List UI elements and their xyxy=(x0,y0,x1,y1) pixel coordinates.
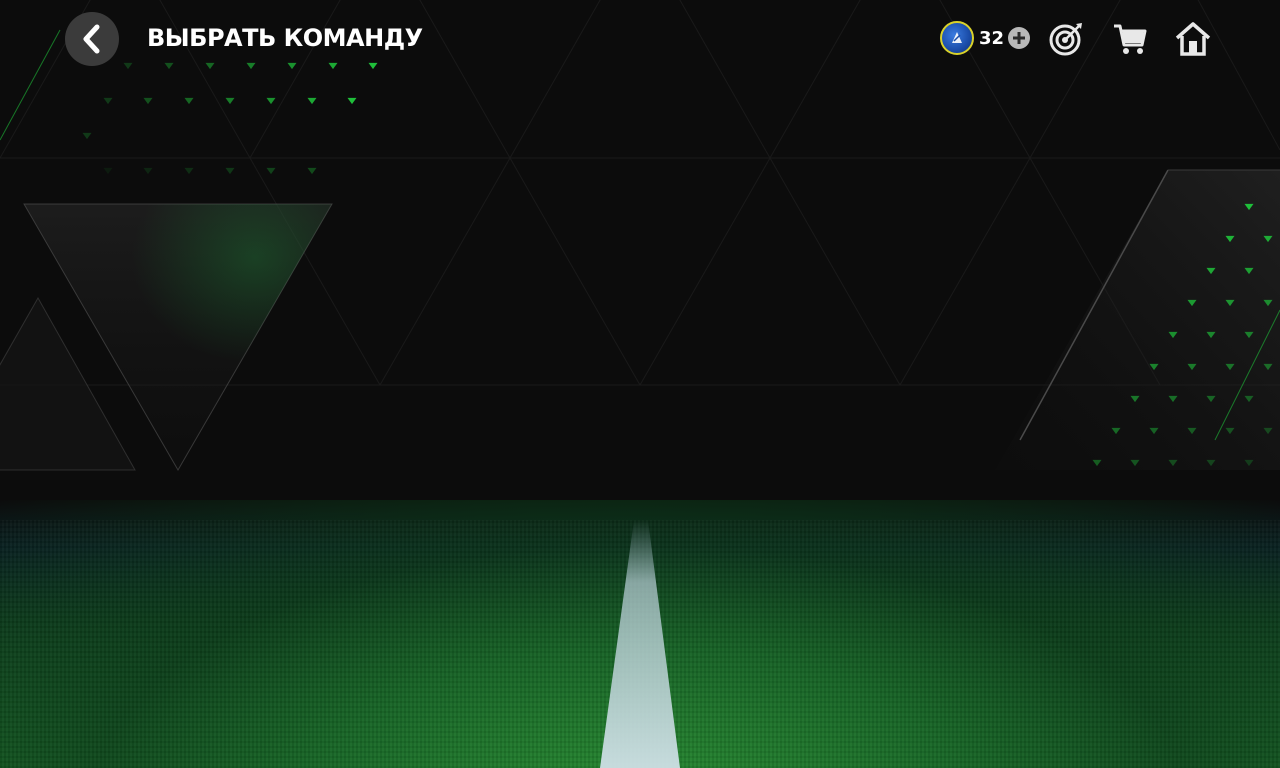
home-button[interactable] xyxy=(1174,20,1212,58)
halfway-line xyxy=(600,520,680,768)
add-currency-button[interactable] xyxy=(1008,27,1031,49)
cart-icon xyxy=(1114,24,1147,54)
top-bar: ВЫБРАТЬ КОМАНДУ 32 xyxy=(0,0,1280,76)
store-button[interactable] xyxy=(1111,20,1149,58)
target-icon xyxy=(1049,23,1082,56)
home-icon xyxy=(1175,22,1211,56)
currency-display: 32 xyxy=(940,21,1031,55)
back-chevron-icon xyxy=(83,24,100,54)
page-title: ВЫБРАТЬ КОМАНДУ xyxy=(147,24,423,52)
back-button[interactable] xyxy=(65,12,119,66)
objectives-button[interactable] xyxy=(1047,20,1085,58)
select-team-screen: ВЫБРАТЬ КОМАНДУ 32 xyxy=(0,0,1280,768)
plus-icon xyxy=(1013,32,1026,44)
currency-value: 32 xyxy=(979,27,1005,49)
coin-icon xyxy=(940,21,974,55)
